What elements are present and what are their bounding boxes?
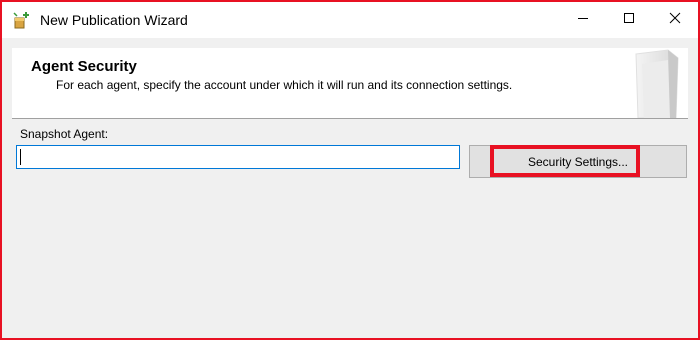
- minimize-button[interactable]: [560, 2, 606, 38]
- maximize-icon: [623, 11, 635, 29]
- text-caret: [20, 149, 21, 165]
- snapshot-agent-field[interactable]: [16, 145, 460, 169]
- close-button[interactable]: [652, 2, 698, 38]
- snapshot-agent-label: Snapshot Agent:: [20, 127, 109, 141]
- title-bar[interactable]: New Publication Wizard: [2, 2, 698, 38]
- wizard-window: New Publication Wizard Agent Security Fo…: [0, 0, 700, 340]
- wizard-package-icon: [11, 10, 31, 30]
- minimize-icon: [577, 11, 589, 29]
- close-icon: [669, 11, 681, 29]
- page-subtitle: For each agent, specify the account unde…: [56, 78, 513, 92]
- maximize-button[interactable]: [606, 2, 652, 38]
- wizard-header-graphic: [616, 48, 686, 119]
- wizard-header: Agent Security For each agent, specify t…: [12, 48, 688, 119]
- page-title: Agent Security: [31, 58, 137, 75]
- window-title: New Publication Wizard: [40, 12, 188, 28]
- security-settings-button[interactable]: [469, 145, 687, 178]
